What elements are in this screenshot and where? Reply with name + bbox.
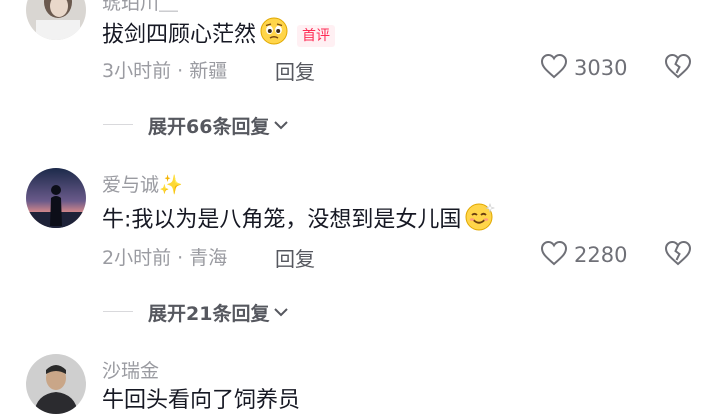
- comment-meta: 2小时前 · 青海: [102, 243, 227, 270]
- chevron-down-icon: [272, 302, 290, 324]
- comment-time: 2小时前: [102, 247, 172, 269]
- first-comment-badge: 首评: [297, 24, 336, 47]
- comment-time: 3小时前: [102, 60, 172, 82]
- expand-replies-label: 展开21条回复: [148, 303, 270, 325]
- comment-meta: 3小时前 · 新疆: [102, 56, 227, 83]
- comment-content: 牛回头看向了饲养员: [102, 386, 300, 416]
- comment-content: 拔剑四顾心茫然 首评: [102, 16, 336, 55]
- like-button[interactable]: 2280: [540, 240, 627, 270]
- broken-heart-icon: [664, 240, 692, 270]
- expand-replies-button[interactable]: 展开21条回复: [148, 299, 290, 326]
- comment-username[interactable]: 爱与诚✨: [102, 170, 183, 197]
- like-count: 2280: [574, 243, 628, 267]
- meta-separator: ·: [171, 60, 190, 82]
- expand-divider: [103, 311, 133, 312]
- meta-separator: ·: [171, 247, 190, 269]
- avatar[interactable]: [26, 354, 86, 414]
- avatar[interactable]: [26, 168, 86, 228]
- heart-icon: [540, 53, 568, 83]
- comment-text: 拔剑四顾心茫然: [102, 22, 257, 48]
- broken-heart-icon: [664, 53, 692, 83]
- chevron-down-icon: [272, 115, 290, 137]
- avatar[interactable]: [26, 0, 86, 40]
- heart-icon: [540, 240, 568, 270]
- comment-location: 青海: [189, 247, 228, 269]
- reply-button[interactable]: 回复: [275, 56, 315, 85]
- comment-text: 牛回头看向了饲养员: [102, 388, 301, 413]
- comment-location: 新疆: [189, 60, 228, 82]
- dislike-button[interactable]: [664, 240, 692, 270]
- comment-content: 牛:我以为是八角笼，没想到是女儿国: [102, 201, 496, 240]
- reply-button[interactable]: 回复: [275, 243, 315, 272]
- worried-face-emoji-icon: [259, 16, 289, 55]
- comment-username[interactable]: 沙瑞金: [102, 356, 159, 383]
- dislike-button[interactable]: [664, 53, 692, 83]
- comment-username[interactable]: 琥珀川＿: [102, 0, 178, 15]
- comment-text: 牛:我以为是八角笼，没想到是女儿国: [102, 207, 462, 233]
- expand-replies-button[interactable]: 展开66条回复: [148, 112, 290, 139]
- smiling-face-emoji-icon: [464, 201, 496, 240]
- like-button[interactable]: 3030: [540, 53, 627, 83]
- expand-replies-label: 展开66条回复: [148, 116, 270, 138]
- expand-divider: [103, 124, 133, 125]
- like-count: 3030: [574, 56, 628, 80]
